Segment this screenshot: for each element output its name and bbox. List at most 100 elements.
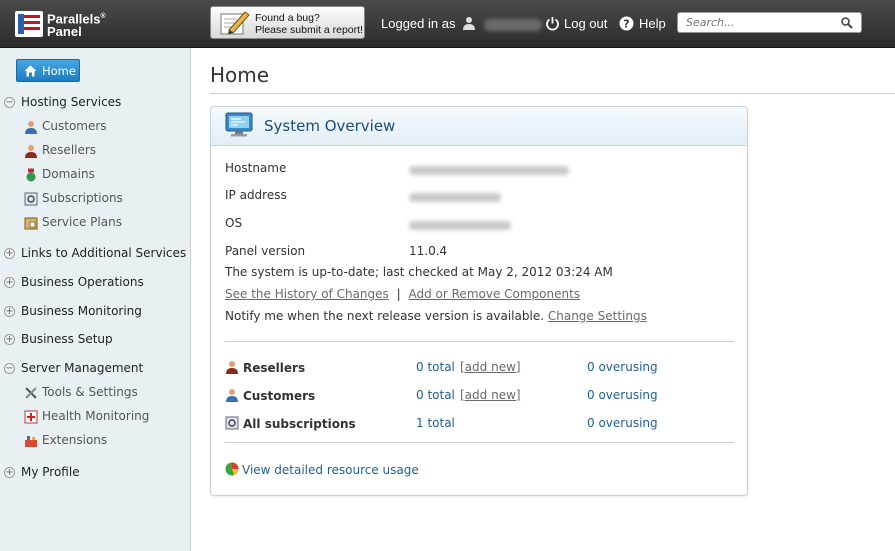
sidebar-item-resellers[interactable]: Resellers — [24, 143, 96, 158]
pie-chart-icon — [225, 462, 239, 476]
parallels-logo-icon — [15, 11, 43, 37]
sidebar-item-customers[interactable]: Customers — [24, 119, 107, 134]
tools-icon — [25, 386, 37, 399]
customer-icon — [226, 389, 238, 402]
add-new-customer-link[interactable]: [add new] — [460, 388, 521, 402]
system-overview-header: System Overview — [211, 107, 747, 146]
sidebar-section-hosting-services[interactable]: − Hosting Services — [4, 95, 121, 109]
stats-row-customers: Customers — [225, 388, 315, 403]
help-icon: ? — [619, 16, 634, 31]
monitor-icon — [225, 112, 253, 137]
panel-version-label: Panel version — [225, 244, 306, 258]
sidebar-section-business-setup[interactable]: + Business Setup — [4, 332, 113, 346]
bug-report-line2: Please submit a report! — [255, 24, 363, 36]
reseller-icon — [25, 144, 37, 158]
ip-address-label: IP address — [225, 188, 287, 202]
sidebar-item-extensions[interactable]: Extensions — [24, 433, 107, 448]
sidebar-section-server-management[interactable]: − Server Management — [4, 361, 143, 375]
help-label: Help — [639, 16, 666, 31]
stats-customers-label: Customers — [243, 389, 316, 403]
customer-icon — [25, 120, 37, 134]
subscription-icon — [24, 192, 38, 205]
sidebar-item-domains[interactable]: Domains — [24, 167, 95, 182]
svg-text:?: ? — [623, 18, 629, 31]
resellers-total-link[interactable]: 0 total — [416, 360, 455, 374]
service-plan-icon — [24, 217, 38, 229]
help-link[interactable]: ? Help — [619, 16, 666, 32]
username-redacted — [483, 18, 542, 31]
resource-usage-row: View detailed resource usage — [225, 462, 419, 477]
hostname-label: Hostname — [225, 161, 287, 175]
view-resource-usage-link[interactable]: View detailed resource usage — [242, 463, 419, 477]
section-divider — [225, 442, 734, 443]
change-settings-link[interactable]: Change Settings — [548, 309, 647, 323]
health-cross-icon — [24, 410, 38, 423]
sidebar: Home − Hosting Services Customers Reselle… — [0, 48, 191, 551]
customers-overusing-link[interactable]: 0 overusing — [587, 388, 658, 402]
system-overview-panel: System Overview Hostname IP address OS P… — [210, 106, 748, 496]
system-overview-title: System Overview — [264, 117, 396, 135]
update-links: See the History of Changes | Add or Remo… — [225, 287, 580, 301]
expand-icon: + — [4, 334, 15, 345]
expand-icon: + — [4, 467, 15, 478]
stats-row-subscriptions: All subscriptions — [225, 416, 356, 431]
expand-icon: + — [4, 277, 15, 288]
title-divider — [210, 93, 895, 94]
collapse-icon: − — [4, 97, 15, 108]
resellers-overusing-link[interactable]: 0 overusing — [587, 360, 658, 374]
ip-address-value-redacted — [409, 191, 501, 205]
top-bar: Parallels® Panel Found a bug? Please sub… — [0, 0, 895, 48]
add-remove-components-link[interactable]: Add or Remove Components — [409, 287, 581, 301]
sidebar-section-links-additional-services[interactable]: + Links to Additional Services — [4, 246, 186, 260]
logged-in-label: Logged in as — [381, 16, 456, 31]
brand-product: Panel — [47, 24, 82, 40]
collapse-icon: − — [4, 363, 15, 374]
os-value-redacted — [409, 219, 511, 233]
parallels-logo[interactable]: Parallels® Panel — [15, 9, 110, 39]
add-new-reseller-link[interactable]: [add new] — [460, 360, 521, 374]
sidebar-item-service-plans[interactable]: Service Plans — [24, 215, 122, 230]
stats-row-resellers: Resellers — [225, 360, 305, 375]
logout-label: Log out — [564, 16, 608, 31]
link-separator: | — [396, 287, 401, 301]
history-of-changes-link[interactable]: See the History of Changes — [225, 287, 389, 301]
sidebar-section-my-profile[interactable]: + My Profile — [4, 465, 80, 479]
sidebar-section-business-monitoring[interactable]: + Business Monitoring — [4, 304, 142, 318]
sidebar-item-health-monitoring[interactable]: Health Monitoring — [24, 409, 149, 424]
subscription-icon — [225, 416, 239, 430]
notify-row: Notify me when the next release version … — [225, 309, 647, 323]
bug-report-line1: Found a bug? — [255, 12, 320, 24]
section-divider — [225, 341, 734, 342]
hostname-value-redacted — [409, 164, 569, 178]
search-icon[interactable] — [841, 17, 853, 29]
extensions-icon — [25, 435, 37, 447]
os-label: OS — [225, 216, 243, 230]
domain-globe-icon — [26, 168, 36, 181]
reseller-icon — [226, 361, 238, 374]
stats-resellers-label: Resellers — [243, 361, 306, 375]
notify-text: Notify me when the next release version … — [225, 309, 545, 323]
power-icon — [546, 17, 559, 31]
update-status-text: The system is up-to-date; last checked a… — [225, 265, 613, 279]
sidebar-item-subscriptions[interactable]: Subscriptions — [24, 191, 123, 206]
subscriptions-overusing-link[interactable]: 0 overusing — [587, 416, 658, 430]
logout-link[interactable]: Log out — [545, 16, 607, 32]
sidebar-item-tools-settings[interactable]: Tools & Settings — [24, 385, 138, 400]
bug-report-button[interactable]: Found a bug? Please submit a report! — [210, 6, 365, 39]
expand-icon: + — [4, 306, 15, 317]
panel-version-value: 11.0.4 — [409, 244, 448, 258]
user-icon — [463, 17, 476, 30]
expand-icon: + — [4, 248, 15, 259]
logged-in-area: Logged in as — [381, 16, 542, 32]
search-input[interactable] — [678, 13, 836, 32]
pencil-note-icon — [220, 11, 250, 35]
sidebar-home-button[interactable]: Home — [16, 59, 80, 82]
customers-total-link[interactable]: 0 total — [416, 388, 455, 402]
sidebar-home-label: Home — [42, 64, 76, 78]
home-icon — [24, 65, 37, 77]
page-title: Home — [210, 63, 270, 87]
stats-subscriptions-label: All subscriptions — [243, 417, 356, 431]
subscriptions-total-link[interactable]: 1 total — [416, 416, 455, 430]
search-box — [677, 12, 862, 33]
sidebar-section-business-operations[interactable]: + Business Operations — [4, 275, 144, 289]
